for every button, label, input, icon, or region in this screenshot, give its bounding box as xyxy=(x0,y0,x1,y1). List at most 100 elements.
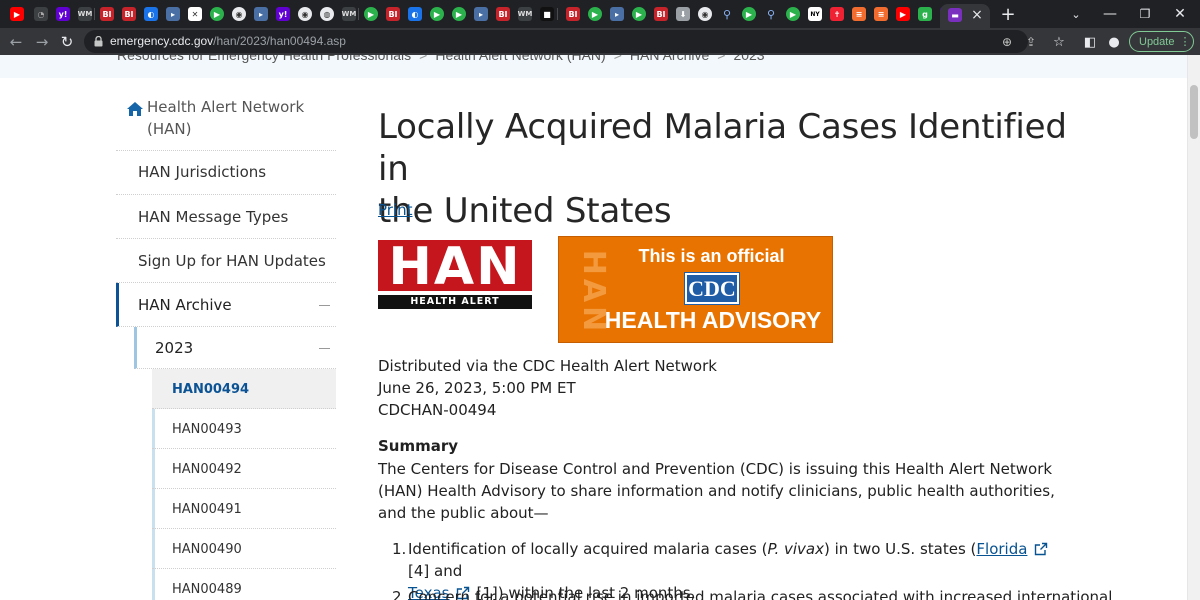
tab-play[interactable]: ▶ xyxy=(448,4,470,24)
tab-generic[interactable]: ⬇ xyxy=(672,4,694,24)
close-tab-icon[interactable]: × xyxy=(968,5,986,25)
tab-generic[interactable]: WM xyxy=(338,4,360,24)
tab-generic[interactable]: ■ xyxy=(536,4,558,24)
breadcrumb-item[interactable]: Resources for Emergency Health Professio… xyxy=(117,55,411,63)
tab-generic[interactable]: ≡ xyxy=(870,4,892,24)
tab-generic[interactable]: ◐ xyxy=(404,4,426,24)
sidebar-item-label: HAN Message Types xyxy=(138,208,289,226)
tab-generic[interactable]: ◉ xyxy=(294,4,316,24)
forward-icon[interactable]: → xyxy=(31,31,53,53)
tab-generic[interactable]: g xyxy=(914,4,936,24)
sidebar-sub-item-label: HAN00493 xyxy=(172,422,242,437)
summary-heading: Summary xyxy=(378,437,459,455)
active-tab[interactable]: ▬ × xyxy=(940,4,990,28)
sidebar-home-link[interactable]: Health Alert Network (HAN) xyxy=(116,95,336,151)
tab-generic[interactable]: ▸ xyxy=(470,4,492,24)
sidebar-sub-item-label: HAN00492 xyxy=(172,462,242,477)
tab-generic[interactable]: ✝ xyxy=(826,4,848,24)
print-link[interactable]: Print xyxy=(378,201,413,219)
tab-play[interactable]: ▶ xyxy=(426,4,448,24)
side-panel-icon[interactable]: ◧ xyxy=(1080,32,1100,52)
tab-generic[interactable]: ◉ xyxy=(694,4,716,24)
tab-generic[interactable]: ◍ xyxy=(316,4,338,24)
breadcrumb-item[interactable]: 2023 xyxy=(733,55,764,63)
sidebar-sub-item-han00494[interactable]: HAN00494 xyxy=(152,369,336,409)
play-icon: ▶ xyxy=(452,7,466,21)
tab-play[interactable]: ▶ xyxy=(584,4,606,24)
list-text: ) in two U.S. states ( xyxy=(824,540,977,558)
tab-generic[interactable]: ◉ xyxy=(228,4,250,24)
collapse-icon[interactable] xyxy=(319,348,330,349)
restore-icon[interactable]: ❐ xyxy=(1135,4,1155,24)
sidebar-item-jurisdictions[interactable]: HAN Jurisdictions xyxy=(116,151,336,195)
external-link-icon[interactable] xyxy=(1034,542,1048,556)
sidebar-sub-item-han00490[interactable]: HAN00490 xyxy=(152,529,336,569)
yahoo-icon: y! xyxy=(56,7,70,21)
tab-generic[interactable]: ◐ xyxy=(140,4,162,24)
reload-icon[interactable]: ↻ xyxy=(56,31,78,53)
breadcrumb-item[interactable]: HAN Archive xyxy=(630,55,709,63)
back-icon[interactable]: ← xyxy=(5,31,27,53)
tab-yahoo[interactable]: y! xyxy=(52,4,74,24)
bookmark-star-icon[interactable]: ☆ xyxy=(1049,32,1069,52)
tab-generic[interactable]: ◔ xyxy=(30,4,52,24)
profile-icon[interactable]: ● xyxy=(1104,32,1124,52)
tab-search-icon[interactable]: ⌄ xyxy=(1066,4,1086,24)
breadcrumb-separator: > xyxy=(613,55,622,63)
tab-generic[interactable]: WM xyxy=(514,4,536,24)
sidebar-item-archive[interactable]: HAN Archive xyxy=(116,283,336,327)
tab-play[interactable]: ▶ xyxy=(206,4,228,24)
advisory-line-1: This is an official xyxy=(638,246,785,266)
tab-bi[interactable]: BI xyxy=(562,4,584,24)
tab-bi[interactable]: BI xyxy=(650,4,672,24)
share-icon[interactable]: ⇪ xyxy=(1022,33,1040,51)
sidebar-sub-item-han00492[interactable]: HAN00492 xyxy=(152,449,336,489)
sidebar-item-year[interactable]: 2023 xyxy=(134,327,336,369)
tab-bi[interactable]: BI xyxy=(118,4,140,24)
zoom-icon[interactable]: ⊕ xyxy=(998,33,1016,51)
lock-icon[interactable] xyxy=(94,36,103,47)
news-icon: NY xyxy=(808,7,822,21)
address-bar[interactable]: emergency.cdc.gov/han/2023/han00494.asp … xyxy=(84,30,1036,53)
tab-play[interactable]: ▶ xyxy=(738,4,760,24)
tab-bi[interactable]: BI xyxy=(492,4,514,24)
play-icon: ▶ xyxy=(632,7,646,21)
play-icon: ▶ xyxy=(364,7,378,21)
tab-generic[interactable]: ▸ xyxy=(606,4,628,24)
florida-link[interactable]: Florida xyxy=(976,540,1027,558)
sidebar-sub-item-han00491[interactable]: HAN00491 xyxy=(152,489,336,529)
tab-generic[interactable]: WM xyxy=(74,4,96,24)
url-text[interactable]: emergency.cdc.gov/han/2023/han00494.asp xyxy=(110,34,346,48)
tab-generic[interactable]: ▸ xyxy=(162,4,184,24)
collapse-icon[interactable] xyxy=(319,305,330,306)
tab-generic[interactable]: ✕ xyxy=(184,4,206,24)
window-close-icon[interactable]: ✕ xyxy=(1170,4,1190,24)
new-tab-button[interactable]: + xyxy=(996,4,1020,25)
tab-play[interactable]: ▶ xyxy=(782,4,804,24)
tab-search[interactable]: ⚲ xyxy=(716,4,738,24)
tab-play[interactable]: ▶ xyxy=(628,4,650,24)
tab-play[interactable]: ▶ xyxy=(360,4,382,24)
minimize-icon[interactable]: — xyxy=(1100,4,1120,24)
youtube-icon: ▶ xyxy=(896,7,910,21)
url-host: emergency.cdc.gov xyxy=(110,34,214,48)
scrollbar-thumb[interactable] xyxy=(1190,85,1198,139)
tab-generic[interactable]: ▸ xyxy=(250,4,272,24)
sidebar-sub-item-han00493[interactable]: HAN00493 xyxy=(152,409,336,449)
update-button[interactable]: Update ⋮ xyxy=(1129,31,1194,52)
tab-youtube[interactable]: ▶ xyxy=(892,4,914,24)
tab-youtube[interactable]: ▶ xyxy=(6,4,28,24)
tab-generic[interactable]: NY xyxy=(804,4,826,24)
breadcrumb-item[interactable]: Health Alert Network (HAN) xyxy=(435,55,605,63)
tab-bi[interactable]: BI xyxy=(382,4,404,24)
tab-yahoo[interactable]: y! xyxy=(272,4,294,24)
sidebar-sub-item-han00489[interactable]: HAN00489 xyxy=(152,569,336,600)
tab-search[interactable]: ⚲ xyxy=(760,4,782,24)
page-scrollbar[interactable] xyxy=(1187,55,1200,600)
tab-bi[interactable]: BI xyxy=(96,4,118,24)
tab-generic[interactable]: ≡ xyxy=(848,4,870,24)
sidebar-item-sign-up[interactable]: Sign Up for HAN Updates xyxy=(116,239,336,283)
bars-icon: ≡ xyxy=(852,7,866,21)
bi-icon: BI xyxy=(496,7,510,21)
sidebar-item-message-types[interactable]: HAN Message Types xyxy=(116,195,336,239)
